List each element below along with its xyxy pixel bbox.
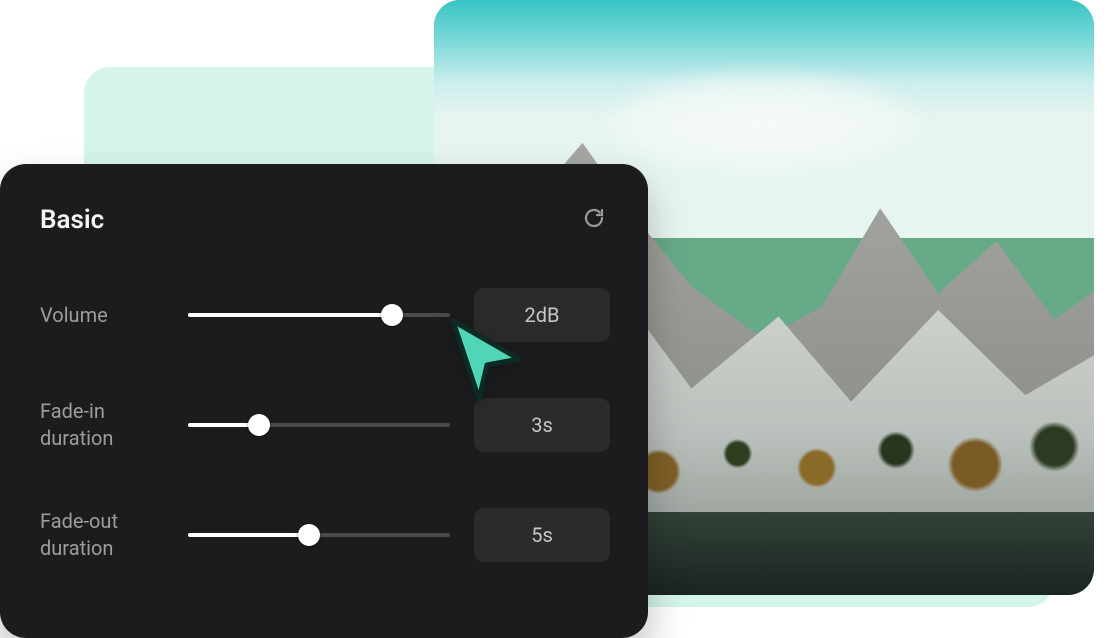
slider-thumb[interactable] — [381, 304, 403, 326]
slider-thumb[interactable] — [298, 524, 320, 546]
volume-value[interactable]: 2dB — [474, 288, 610, 342]
volume-row: Volume 2dB — [40, 288, 610, 342]
fade-out-label: Fade-outduration — [40, 508, 188, 562]
fade-out-value[interactable]: 5s — [474, 508, 610, 562]
slider-fill — [188, 313, 392, 317]
fade-in-row: Fade-induration 3s — [40, 398, 610, 452]
fade-in-label: Fade-induration — [40, 398, 188, 452]
fade-out-row: Fade-outduration 5s — [40, 508, 610, 562]
reset-button[interactable] — [578, 204, 610, 236]
fade-in-value[interactable]: 3s — [474, 398, 610, 452]
reset-icon — [582, 206, 606, 234]
slider-thumb[interactable] — [248, 414, 270, 436]
fade-in-slider[interactable] — [188, 415, 450, 435]
volume-label: Volume — [40, 302, 188, 329]
basic-panel: Basic Volume 2dB — [0, 164, 648, 638]
fade-out-slider[interactable] — [188, 525, 450, 545]
volume-slider[interactable] — [188, 305, 450, 325]
slider-fill — [188, 533, 309, 537]
panel-title: Basic — [40, 205, 104, 235]
